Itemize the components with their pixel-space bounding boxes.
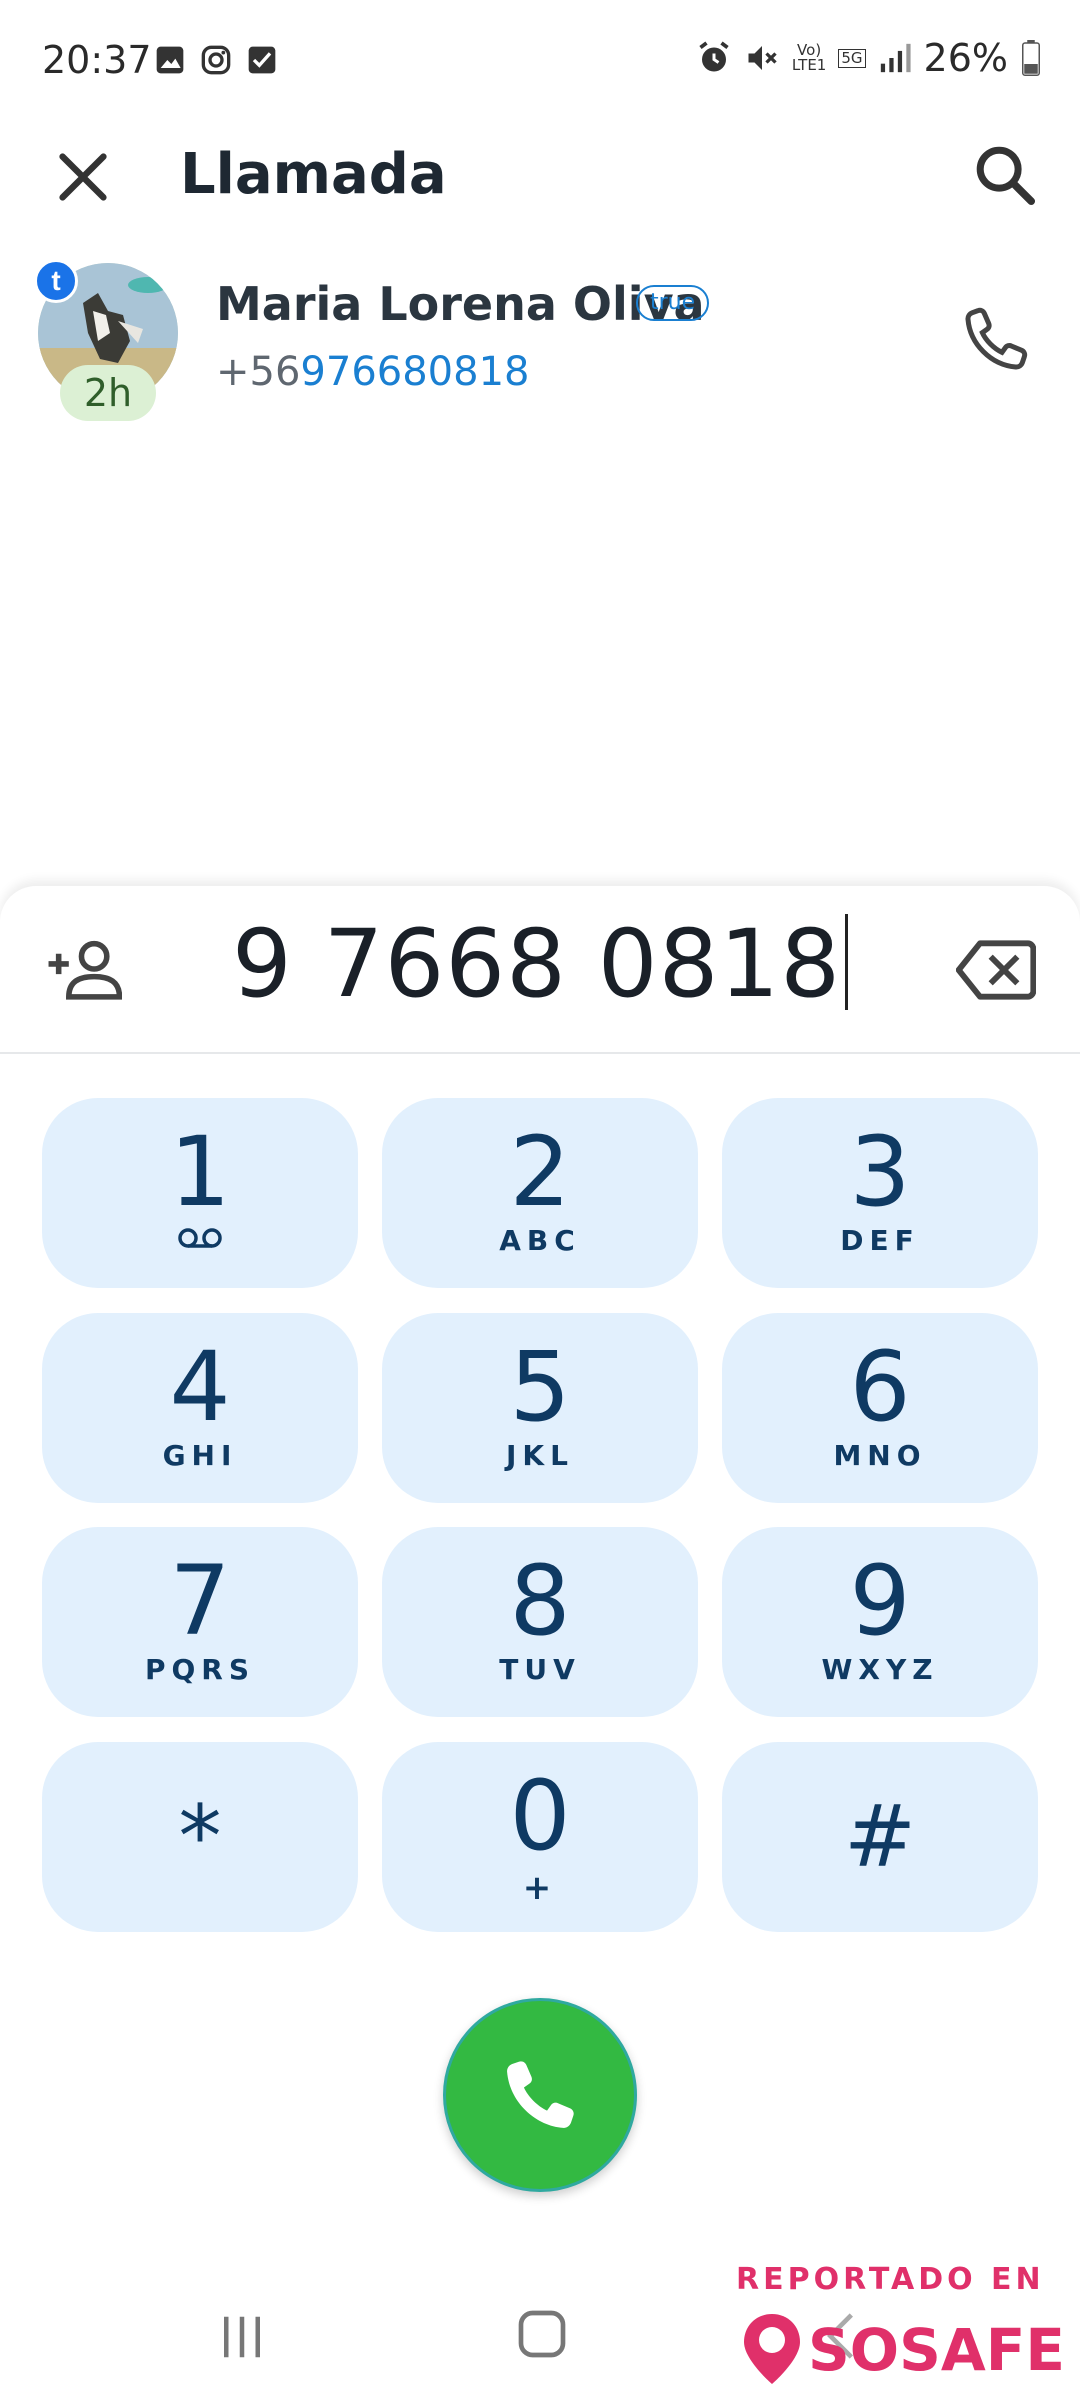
key-3[interactable]: 3 DEF [722,1098,1038,1288]
search-icon[interactable] [970,140,1040,210]
signal-icon [880,43,911,73]
contact-suggestion[interactable]: t 2h Maria Lorena Oliva true +5697668081… [0,255,1080,435]
close-icon[interactable] [48,142,118,212]
key-7[interactable]: 7 PQRS [42,1527,358,1717]
time-ago-badge: 2h [60,365,156,421]
system-icons: Vo) LTE1 5G 26% [696,36,1042,80]
page-title: Llamada [180,142,447,207]
key-8[interactable]: 8 TUV [382,1527,698,1717]
status-time: 20:37 [42,38,152,82]
key-digit: 8 [509,1545,571,1657]
svg-text:SOSAFE: SOSAFE [808,2316,1064,2384]
checkbox-icon [248,46,276,74]
key-digit: 6 [849,1331,911,1443]
key-digit: 0 [509,1760,571,1872]
phone-match: 976680818 [300,349,530,395]
key-digit: 5 [509,1331,571,1443]
key-letters: MNO [833,1439,927,1472]
battery-icon [1022,40,1040,76]
sosafe-logo: SOSAFE [744,2314,1064,2384]
key-9[interactable]: 9 WXYZ [722,1527,1038,1717]
key-letters: DEF [840,1224,920,1257]
volte-indicator: Vo) LTE1 [791,41,827,74]
key-star[interactable]: * [42,1742,358,1932]
key-letters: JKL [506,1439,574,1472]
app-header: Llamada [0,120,1080,230]
status-bar: 20:37 Vo) LTE1 5G 26% [0,0,1080,120]
watermark-caption: REPORTADO EN [736,2262,1045,2297]
key-plus: + [522,1868,558,1908]
key-symbol: * [178,1787,222,1887]
home-icon[interactable] [514,2306,570,2362]
key-letters: WXYZ [821,1653,939,1686]
key-4[interactable]: 4 GHI [42,1313,358,1503]
key-letters: GHI [162,1439,238,1472]
contact-name: Maria Lorena Oliva [216,277,705,331]
notification-icons [154,44,278,76]
key-2[interactable]: 2 ABC [382,1098,698,1288]
key-letters: ABC [499,1224,581,1257]
alarm-icon [699,41,729,72]
key-digit: 3 [849,1116,911,1228]
key-letters: TUV [499,1653,581,1686]
contact-phone: +56976680818 [216,349,529,395]
key-symbol: # [843,1787,917,1887]
text-cursor [845,914,848,1010]
mute-icon [748,46,777,70]
key-digit: 2 [509,1116,571,1228]
network-type-indicator: 5G [838,48,866,68]
phone-prefix: +56 [216,349,301,395]
image-icon [156,46,184,74]
key-0[interactable]: 0 + [382,1742,698,1932]
key-hash[interactable]: # [722,1742,1038,1932]
key-5[interactable]: 5 JKL [382,1313,698,1503]
battery-percent: 26% [923,36,1008,80]
dialed-number: 9 7668 0818 [231,910,841,1019]
call-button[interactable] [443,1998,637,2192]
number-row: 9 7668 0818 [0,886,1080,1054]
true-tag: true [636,285,710,321]
key-letters: PQRS [144,1653,256,1686]
recents-icon[interactable] [214,2310,270,2364]
key-1[interactable]: 1 [42,1098,358,1288]
key-6[interactable]: 6 MNO [722,1313,1038,1503]
phone-call-icon [507,2061,574,2128]
backspace-icon[interactable] [956,938,1036,1002]
key-digit: 9 [849,1545,911,1657]
instagram-icon [201,45,231,75]
add-contact-icon[interactable] [46,936,122,1002]
key-digit: 1 [169,1116,231,1228]
key-digit: 4 [169,1331,231,1443]
key-digit: 7 [169,1545,231,1657]
phone-icon[interactable] [956,299,1036,379]
voicemail-icon [178,1228,222,1248]
app-badge: t [34,259,78,303]
number-display[interactable]: 9 7668 0818 [140,910,940,1019]
